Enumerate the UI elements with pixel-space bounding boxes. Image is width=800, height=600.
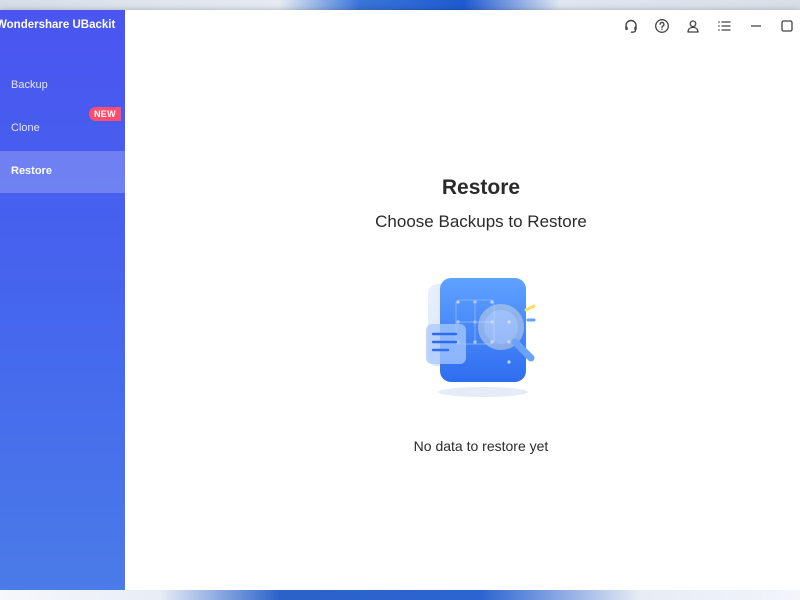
sidebar-item-restore[interactable]: Restore	[0, 151, 125, 193]
headset-icon[interactable]	[623, 18, 639, 34]
app-window: Wondershare UBackit Backup Clone NEW Res…	[0, 10, 800, 590]
sidebar-item-backup[interactable]: Backup	[0, 65, 125, 107]
sidebar-item-label: Restore	[11, 165, 52, 177]
page-subtitle: Choose Backups to Restore	[375, 212, 587, 231]
app-title: Wondershare UBackit	[0, 19, 116, 31]
new-badge: NEW	[89, 107, 121, 121]
empty-state-message: No data to restore yet	[413, 438, 549, 454]
maximize-icon[interactable]	[779, 18, 795, 34]
help-icon[interactable]	[654, 18, 670, 34]
menu-icon[interactable]	[716, 18, 732, 34]
main-content: Restore Choose Backups to Restore No dat…	[125, 10, 800, 590]
page-title: Restore	[441, 176, 521, 199]
sidebar-item-label: Backup	[11, 79, 48, 91]
desktop-background-top	[0, 0, 800, 10]
sidebar: Wondershare UBackit Backup Clone NEW Res…	[0, 10, 125, 590]
minimize-icon[interactable]	[748, 18, 764, 34]
desktop-background-bottom	[0, 590, 800, 600]
sidebar-item-label: Clone	[11, 122, 40, 134]
account-icon[interactable]	[685, 18, 701, 34]
no-backup-illustration	[418, 272, 568, 402]
